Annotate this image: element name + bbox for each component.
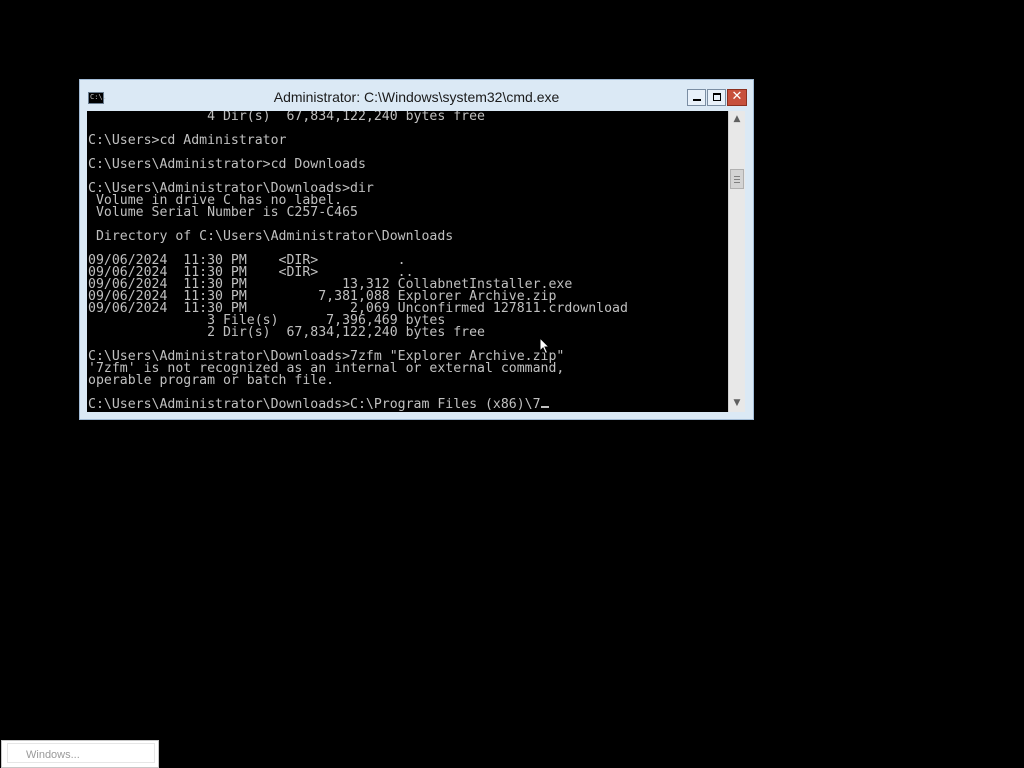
text-cursor xyxy=(540,406,549,408)
console-line: C:\Users\Administrator>cd Downloads xyxy=(88,157,366,172)
window-title: Administrator: C:\Windows\system32\cmd.e… xyxy=(273,89,560,105)
title-bar[interactable]: C:\. Administrator: C:\Windows\system32\… xyxy=(80,80,753,111)
close-icon: ✕ xyxy=(731,89,743,104)
console-line: 2 Dir(s) 67,834,122,240 bytes free xyxy=(88,325,485,340)
minimize-icon xyxy=(693,99,701,101)
console-line: C:\Users>cd Administrator xyxy=(88,133,287,148)
minimized-window[interactable]: Windows... xyxy=(1,740,159,768)
console-line: 4 Dir(s) 67,834,122,240 bytes free xyxy=(88,111,485,124)
maximize-icon xyxy=(713,93,721,101)
desktop: C:\. Administrator: C:\Windows\system32\… xyxy=(0,0,1024,768)
maximize-button[interactable] xyxy=(707,89,726,106)
grip-line-icon xyxy=(734,176,740,177)
minimize-button[interactable] xyxy=(687,89,706,106)
scroll-up-button[interactable]: ▲ xyxy=(729,111,745,128)
console-text: 4 Dir(s) 67,834,122,240 bytes free C:\Us… xyxy=(88,111,628,411)
minimized-window-label: Windows... xyxy=(26,749,80,761)
console-line: C:\Users\Administrator\Downloads>C:\Prog… xyxy=(88,397,541,412)
cmd-window[interactable]: C:\. Administrator: C:\Windows\system32\… xyxy=(79,79,754,420)
console-output[interactable]: 4 Dir(s) 67,834,122,240 bytes free C:\Us… xyxy=(87,111,728,412)
vertical-scrollbar[interactable]: ▲ ▼ xyxy=(728,111,745,412)
grip-line-icon xyxy=(734,179,740,180)
mouse-pointer-icon xyxy=(539,337,551,355)
console-line: Directory of C:\Users\Administrator\Down… xyxy=(88,229,454,244)
scroll-thumb[interactable] xyxy=(730,169,744,189)
console-line: Volume Serial Number is C257-C465 xyxy=(88,205,358,220)
grip-line-icon xyxy=(734,182,740,183)
close-button[interactable]: ✕ xyxy=(727,89,747,106)
console-line: operable program or batch file. xyxy=(88,373,335,388)
scroll-down-button[interactable]: ▼ xyxy=(729,395,745,412)
